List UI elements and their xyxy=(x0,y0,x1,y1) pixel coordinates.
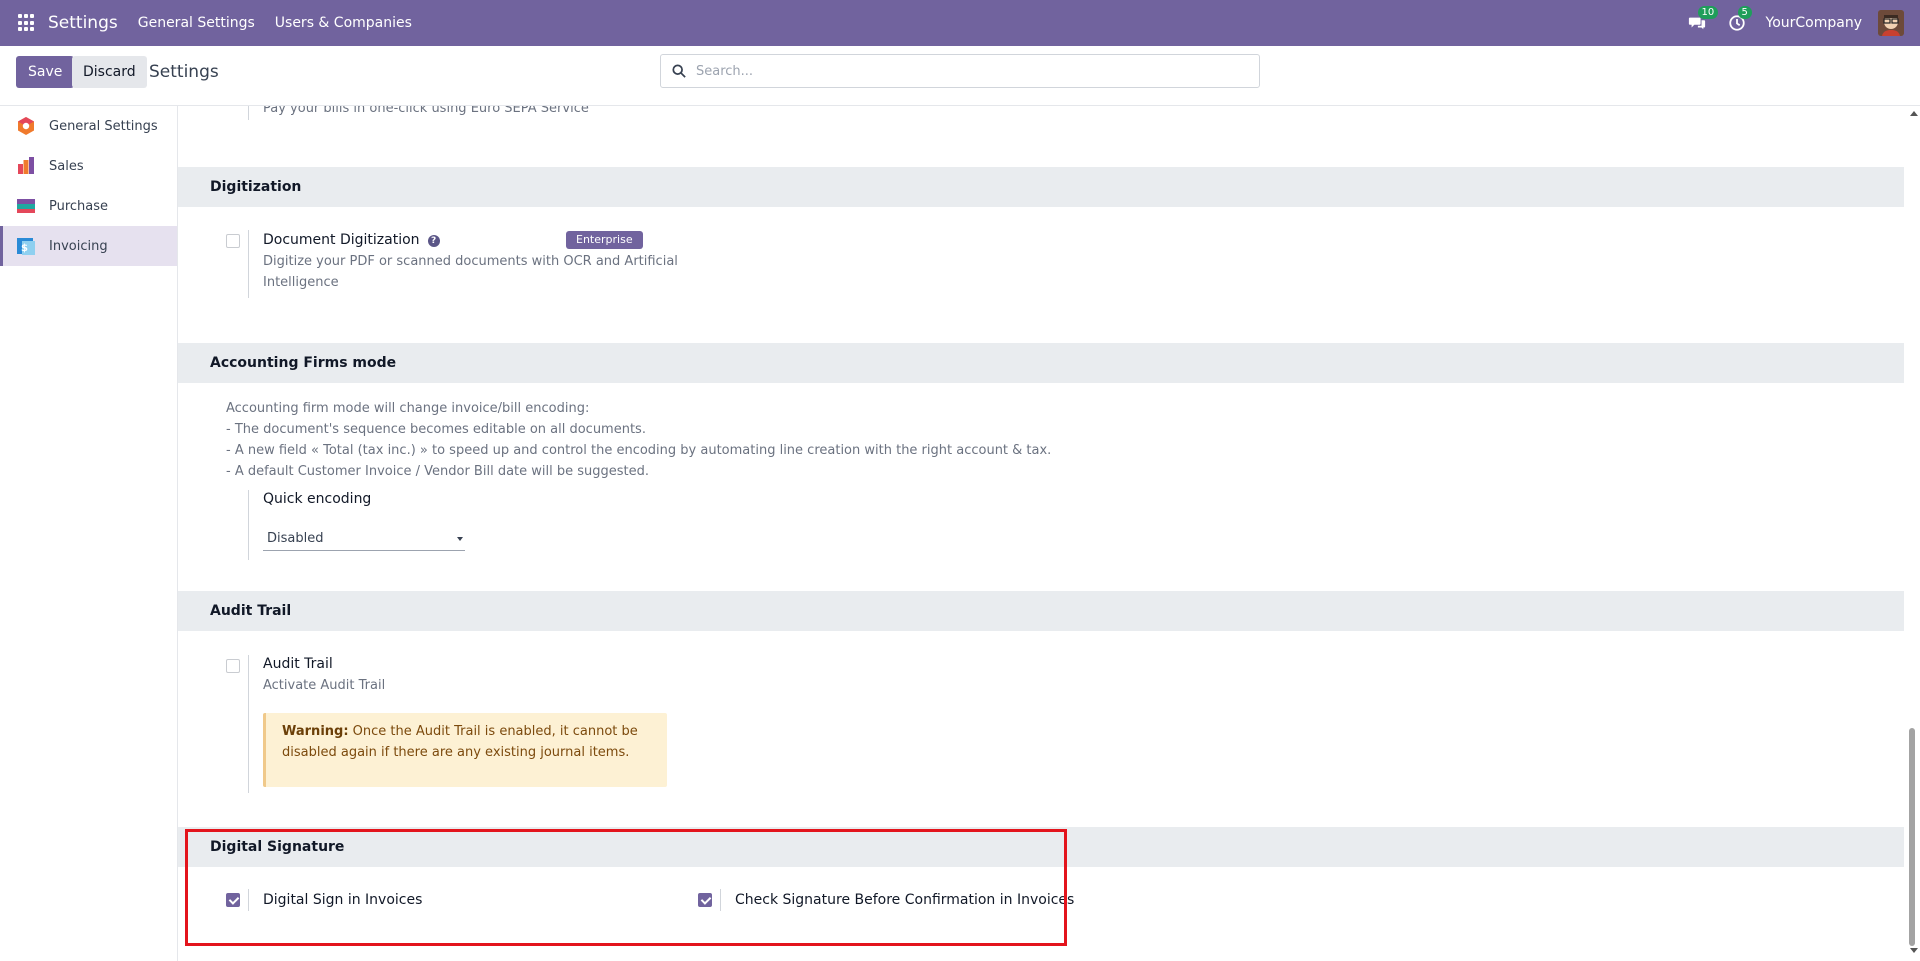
description-line: Accounting firm mode will change invoice… xyxy=(226,401,590,416)
messages-icon[interactable]: 10 xyxy=(1686,6,1719,34)
sidebar-item-sales[interactable]: Sales xyxy=(0,146,177,186)
invoicing-app-icon: $ xyxy=(17,238,35,255)
section-heading-accounting-firms: Accounting Firms mode xyxy=(178,343,1904,383)
description-line: - A default Customer Invoice / Vendor Bi… xyxy=(226,464,650,479)
digital-sign-invoices-checkbox[interactable] xyxy=(226,893,240,907)
setting-divider xyxy=(248,889,249,911)
warning-strong: Warning: xyxy=(282,724,349,739)
warning-line: Warning: Once the Audit Trail is enabled… xyxy=(282,721,651,742)
section-heading-audit-trail: Audit Trail xyxy=(178,591,1904,631)
search-box[interactable] xyxy=(660,54,1260,88)
sidebar-item-invoicing[interactable]: $ Invoicing xyxy=(0,226,177,266)
sidebar-item-label: Purchase xyxy=(49,198,109,214)
document-digitization-title: Document Digitization? xyxy=(263,232,440,248)
messages-count-badge: 10 xyxy=(1697,6,1719,19)
check-signature-confirmation-label: Check Signature Before Confirmation in I… xyxy=(735,892,1075,908)
accounting-firms-description: Accounting firm mode will change invoice… xyxy=(226,398,1051,482)
activities-count-badge: 5 xyxy=(1737,6,1752,19)
document-digitization-label: Document Digitization xyxy=(263,232,420,248)
setting-divider xyxy=(720,889,721,911)
document-digitization-description: Digitize your PDF or scanned documents w… xyxy=(263,251,678,293)
digital-sign-invoices-label: Digital Sign in Invoices xyxy=(263,892,423,908)
setting-divider xyxy=(248,230,249,298)
document-digitization-checkbox[interactable] xyxy=(226,234,240,248)
audit-trail-warning: Warning: Once the Audit Trail is enabled… xyxy=(263,713,667,787)
section-heading-digital-signature: Digital Signature xyxy=(178,827,1904,867)
general-settings-app-icon xyxy=(18,117,34,135)
sepa-description: Pay your bills in one-click using Euro S… xyxy=(263,106,589,116)
description-line: Intelligence xyxy=(263,275,339,290)
sidebar-item-label: General Settings xyxy=(49,118,158,134)
sidebar-item-general-settings[interactable]: General Settings xyxy=(0,106,177,146)
search-icon xyxy=(672,64,686,78)
setting-divider xyxy=(248,490,249,560)
navbar-systray: 10 5 YourCompany xyxy=(1686,0,1920,46)
sidebar-item-label: Sales xyxy=(49,158,84,174)
menu-general-settings[interactable]: General Settings xyxy=(138,15,255,31)
sidebar-item-label: Invoicing xyxy=(49,238,108,254)
audit-trail-description: Activate Audit Trail xyxy=(263,678,386,693)
company-switcher[interactable]: YourCompany xyxy=(1766,15,1863,31)
description-line: - A new field « Total (tax inc.) » to sp… xyxy=(226,443,1052,458)
help-question-icon[interactable]: ? xyxy=(427,235,440,247)
settings-content: Pay your bills in one-click using Euro S… xyxy=(178,106,1904,961)
audit-trail-title: Audit Trail xyxy=(263,656,333,672)
settings-sidebar: General Settings Sales Purchase $ Invoic… xyxy=(0,106,178,961)
apps-menu-icon[interactable] xyxy=(18,14,36,32)
audit-trail-checkbox[interactable] xyxy=(226,659,240,673)
section-heading-digitization: Digitization xyxy=(178,167,1904,207)
quick-encoding-select[interactable]: Disabled xyxy=(263,527,465,551)
top-navbar: Settings General Settings Users & Compan… xyxy=(0,0,1920,46)
warning-text: Once the Audit Trail is enabled, it cann… xyxy=(348,724,638,739)
sidebar-item-purchase[interactable]: Purchase xyxy=(0,186,177,226)
breadcrumb-title: Settings xyxy=(149,62,219,82)
warning-line: disabled again if there are any existing… xyxy=(282,745,630,760)
description-line: - The document's sequence becomes editab… xyxy=(226,422,646,437)
menu-users-companies[interactable]: Users & Companies xyxy=(275,15,412,31)
description-line: Digitize your PDF or scanned documents w… xyxy=(263,254,678,269)
check-signature-confirmation-checkbox[interactable] xyxy=(698,893,712,907)
user-avatar[interactable] xyxy=(1878,10,1904,36)
scroll-down-arrow-icon[interactable] xyxy=(1910,948,1918,953)
enterprise-badge[interactable]: Enterprise xyxy=(566,231,643,249)
control-panel: Save Discard Settings xyxy=(0,46,1920,106)
scroll-up-arrow-icon[interactable] xyxy=(1910,111,1918,116)
sales-app-icon xyxy=(18,157,34,174)
svg-text:$: $ xyxy=(21,243,28,254)
app-brand[interactable]: Settings xyxy=(48,13,118,33)
setting-divider xyxy=(248,655,249,793)
setting-divider xyxy=(248,106,249,120)
save-button[interactable]: Save xyxy=(16,56,75,88)
activities-clock-icon[interactable]: 5 xyxy=(1726,6,1752,34)
search-input[interactable] xyxy=(696,63,1236,79)
discard-button[interactable]: Discard xyxy=(72,56,147,88)
scrollbar-thumb[interactable] xyxy=(1909,728,1915,946)
chevron-down-icon xyxy=(457,537,463,541)
purchase-app-icon xyxy=(17,199,35,213)
quick-encoding-value: Disabled xyxy=(267,531,324,546)
quick-encoding-label: Quick encoding xyxy=(263,491,372,507)
